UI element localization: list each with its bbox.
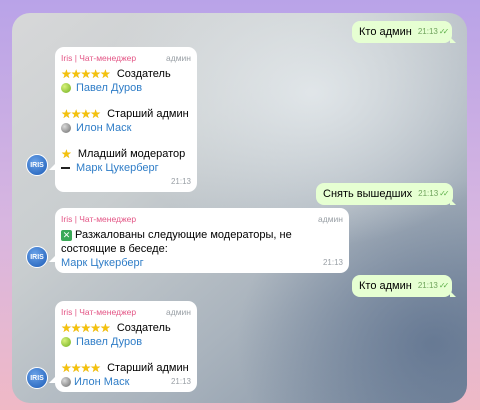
outgoing-message[interactable]: Снять вышедших 21:13 ✓✓ xyxy=(316,183,453,205)
message-time: 21:13 xyxy=(322,258,343,267)
user-link[interactable]: Павел Дуров xyxy=(76,81,142,95)
chat-window: Кто админ 21:13 ✓✓ IRIS Iris | Чат-менедж… xyxy=(12,13,467,403)
green-ball-icon xyxy=(61,83,71,93)
message-text: Кто админ xyxy=(359,26,412,38)
message-time: 21:13 xyxy=(170,377,191,386)
sender-name[interactable]: Iris | Чат-менеджер xyxy=(61,51,136,65)
bubble-tail xyxy=(450,199,456,205)
star-rating-icon: ★★★★ xyxy=(61,107,101,121)
incoming-message[interactable]: Iris | Чат-менеджер админ ✕ Разжалованы с… xyxy=(55,208,349,273)
dash-icon xyxy=(61,167,70,169)
message-header: Iris | Чат-менеджер админ xyxy=(61,51,191,65)
cross-mark-icon: ✕ xyxy=(61,230,72,241)
star-rating-icon: ★★★★ xyxy=(61,361,101,375)
rank-title: Создатель xyxy=(116,68,171,80)
star-rating-icon: ★ xyxy=(61,147,72,161)
avatar[interactable]: IRIS xyxy=(26,154,48,176)
green-ball-icon xyxy=(61,337,71,347)
double-check-icon: ✓✓ xyxy=(439,189,450,198)
star-rating-icon: ★★★★★ xyxy=(61,321,111,335)
user-link[interactable]: Илон Маск xyxy=(76,121,131,135)
double-check-icon: ✓✓ xyxy=(438,27,450,36)
avatar[interactable]: IRIS xyxy=(26,367,48,389)
message-body: ✕ Разжалованы следующие модераторы, не со… xyxy=(61,228,343,256)
user-link[interactable]: Павел Дуров xyxy=(76,335,142,349)
bubble-tail xyxy=(450,291,456,297)
rank-title: Создатель xyxy=(116,322,171,334)
message-text: Разжалованы следующие модераторы, не сос… xyxy=(61,229,292,255)
user-link[interactable]: Марк Цукерберг xyxy=(76,161,159,175)
message-time: 21:13 ✓✓ xyxy=(418,25,450,39)
user-link[interactable]: Илон Маск xyxy=(74,376,129,388)
message-text: Кто админ xyxy=(359,280,412,292)
star-rating-icon: ★★★★★ xyxy=(61,67,111,81)
rank-title: Старший админ xyxy=(107,108,189,120)
bubble-tail xyxy=(450,37,456,43)
avatar[interactable]: IRIS xyxy=(26,246,48,268)
gray-ball-icon xyxy=(61,377,71,388)
rank-title: Старший админ xyxy=(107,362,189,374)
message-text: Снять вышедших xyxy=(323,188,413,200)
message-header: Iris | Чат-менеджер админ xyxy=(61,212,343,226)
sender-role: админ xyxy=(318,214,343,224)
message-time: 21:13 ✓✓ xyxy=(418,187,450,201)
sender-name[interactable]: Iris | Чат-менеджер xyxy=(61,305,136,319)
double-check-icon: ✓✓ xyxy=(438,281,450,290)
user-link[interactable]: Марк Цукерберг xyxy=(61,256,144,270)
rank-title: Младший модератор xyxy=(77,148,186,160)
incoming-message[interactable]: Iris | Чат-менеджер админ ★★★★★ Создател… xyxy=(55,47,197,192)
sender-role: админ xyxy=(166,53,191,63)
sender-name[interactable]: Iris | Чат-менеджер xyxy=(61,212,136,226)
gray-ball-icon xyxy=(61,123,71,133)
sender-role: админ xyxy=(166,307,191,317)
message-header: Iris | Чат-менеджер админ xyxy=(61,305,191,319)
outgoing-message[interactable]: Кто админ 21:13 ✓✓ xyxy=(352,275,453,297)
outgoing-message[interactable]: Кто админ 21:13 ✓✓ xyxy=(352,21,453,43)
message-time: 21:13 ✓✓ xyxy=(418,279,450,293)
message-time: 21:13 xyxy=(170,177,191,186)
incoming-message[interactable]: Iris | Чат-менеджер админ ★★★★★ Создател… xyxy=(55,301,197,392)
